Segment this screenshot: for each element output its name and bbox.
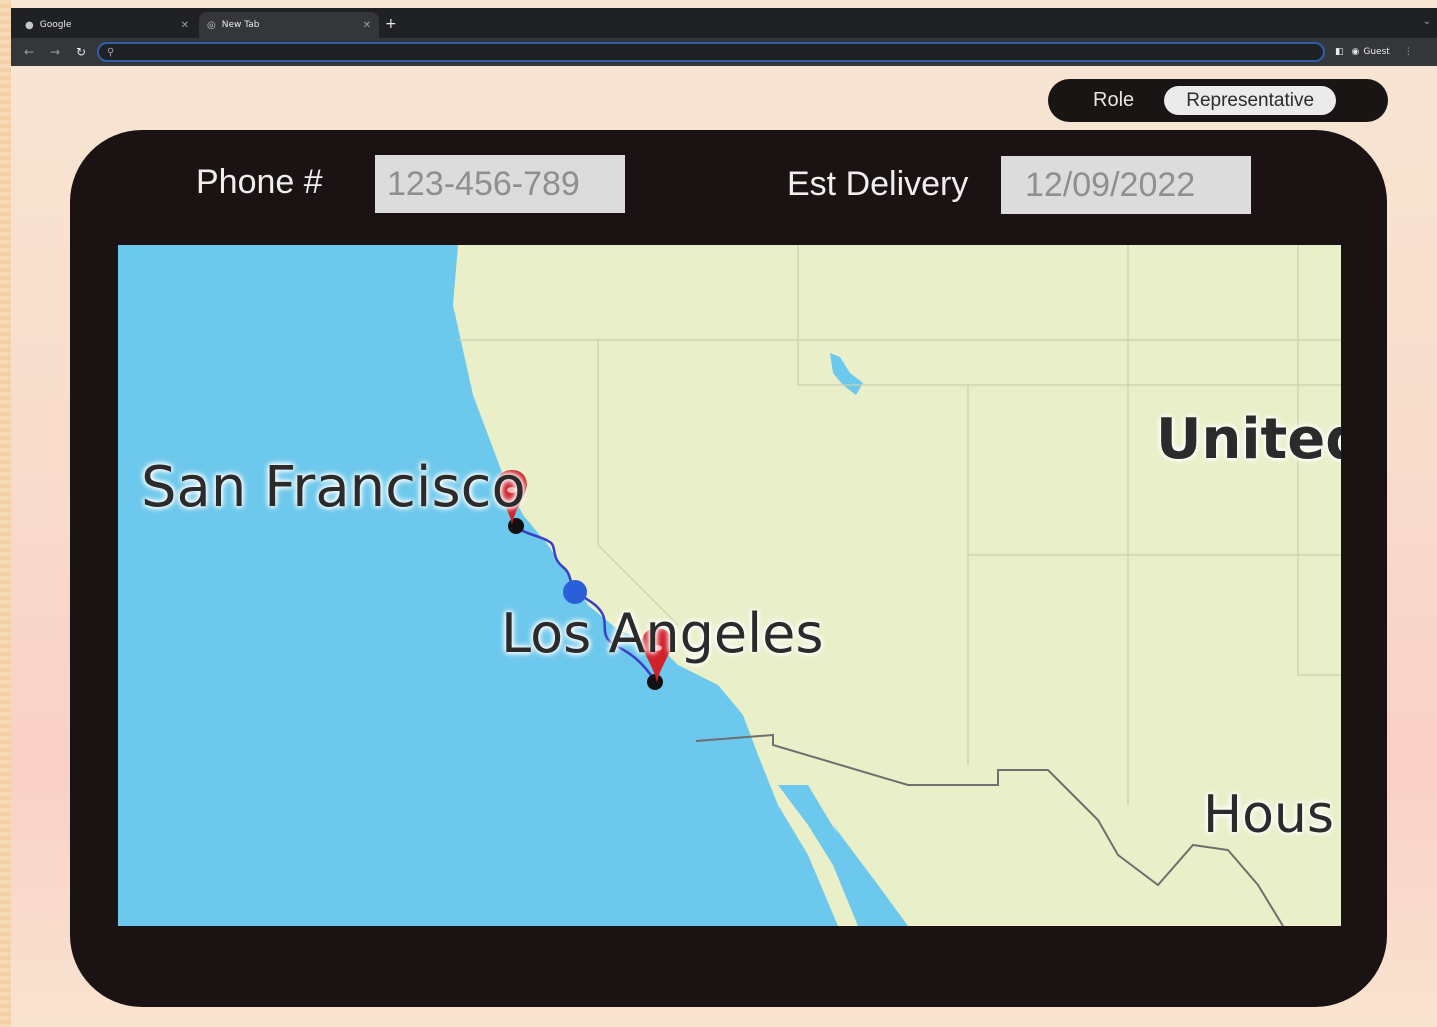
tab-new-tab[interactable]: ◎ New Tab ✕ bbox=[199, 12, 379, 38]
profile-avatar-icon: ◉ bbox=[1351, 47, 1360, 57]
role-label: Role bbox=[1093, 89, 1135, 111]
side-panel-icon[interactable]: ◧ bbox=[1335, 47, 1344, 57]
toolbar-right-actions: ◧ ◉ Guest ⋮ bbox=[1335, 47, 1413, 57]
map-label-united: United bbox=[1156, 407, 1341, 472]
origin-point bbox=[508, 518, 524, 534]
new-tab-favicon-icon: ◎ bbox=[207, 19, 216, 31]
profile-label: Guest bbox=[1363, 47, 1390, 57]
google-favicon-icon: ● bbox=[25, 19, 34, 31]
role-value-chip[interactable]: Representative bbox=[1164, 86, 1337, 115]
address-input[interactable] bbox=[120, 45, 1225, 59]
destination-point bbox=[647, 674, 663, 690]
forward-arrow-icon[interactable]: → bbox=[47, 45, 63, 59]
phone-label: Phone # bbox=[196, 163, 323, 201]
close-tab-icon[interactable]: ✕ bbox=[363, 20, 371, 31]
close-tab-icon[interactable]: ✕ bbox=[181, 20, 189, 31]
back-arrow-icon[interactable]: ← bbox=[21, 45, 37, 59]
tab-google[interactable]: ● Google ✕ bbox=[17, 12, 197, 38]
address-bar[interactable]: ⚲ bbox=[97, 42, 1325, 62]
profile-button[interactable]: ◉ Guest bbox=[1352, 47, 1390, 57]
role-selector[interactable]: Role Representative bbox=[1048, 79, 1388, 122]
browser-window-chrome: ● Google ✕ ◎ New Tab ✕ + ⌄ ← → ↻ ⚲ ◧ ◉ G… bbox=[11, 8, 1437, 66]
delivery-label: Est Delivery bbox=[787, 165, 969, 203]
browser-menu-icon[interactable]: ⋮ bbox=[1404, 47, 1413, 57]
map-label-los-angeles: Los Angeles bbox=[501, 602, 824, 665]
map-label-houston: Hous bbox=[1203, 785, 1334, 845]
browser-toolbar: ← → ↻ ⚲ ◧ ◉ Guest ⋮ bbox=[11, 38, 1437, 66]
map-canvas bbox=[453, 245, 1341, 926]
tab-label: Google bbox=[39, 20, 72, 30]
new-tab-button[interactable]: + bbox=[385, 16, 397, 32]
tab-label: New Tab bbox=[221, 20, 260, 30]
search-icon: ⚲ bbox=[107, 46, 115, 58]
map-label-san-francisco: San Francisco bbox=[141, 455, 526, 520]
delivery-date-field[interactable]: 12/09/2022 bbox=[1001, 156, 1251, 214]
page-edge-strip bbox=[0, 0, 11, 1027]
tab-strip: ● Google ✕ ◎ New Tab ✕ + ⌄ bbox=[11, 8, 1437, 38]
phone-field[interactable]: 123-456-789 bbox=[375, 155, 625, 213]
route-position-icon bbox=[563, 580, 587, 604]
reload-icon[interactable]: ↻ bbox=[73, 45, 89, 59]
route-map[interactable]: San Francisco Los Angeles United Hous bbox=[118, 245, 1341, 926]
tab-search-chevron-icon[interactable]: ⌄ bbox=[1423, 16, 1431, 27]
